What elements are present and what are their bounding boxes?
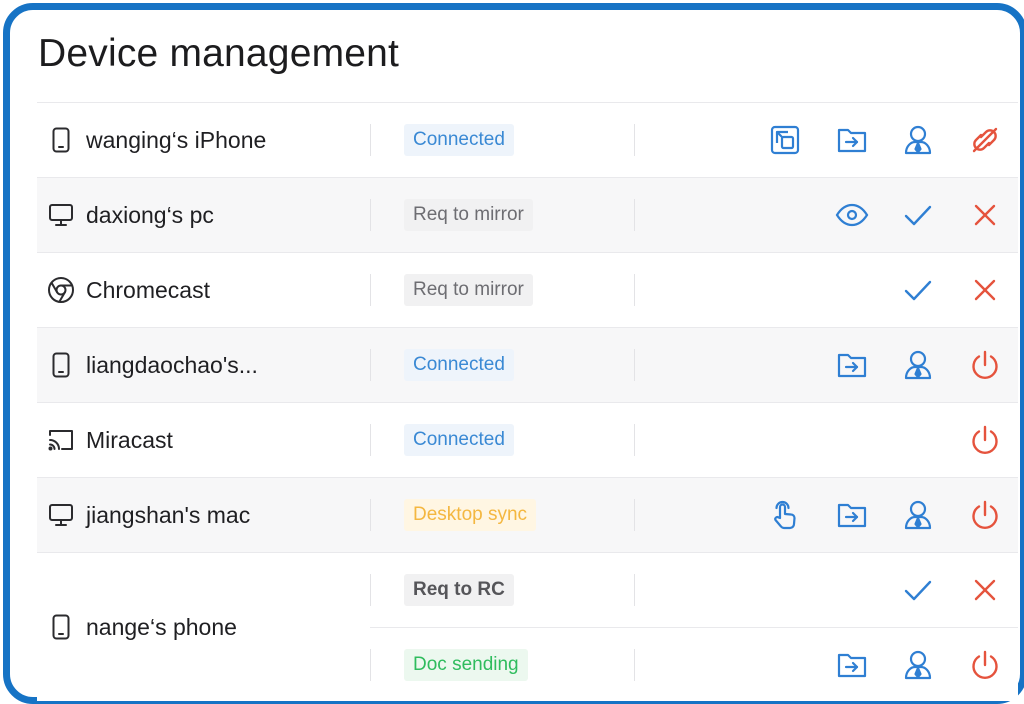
device-row: wanging‘s iPhone Connected [37,103,1018,178]
page-title: Device management [38,32,400,75]
session-row: Req to RC [370,553,1018,628]
status-badge: Connected [404,124,514,156]
column-divider [634,349,635,381]
column-divider [370,274,371,306]
disconnect-icon[interactable] [967,122,1003,158]
device-name: nange‘s phone [86,613,237,640]
reject-icon[interactable] [967,197,1003,233]
device-row: daxiong‘s pc Req to mirror [37,178,1018,253]
desktop-icon [47,201,75,229]
power-icon[interactable] [967,647,1003,683]
device-row: jiangshan's mac Desktop sync [37,478,1018,553]
phone-icon [47,613,75,641]
device-cell: daxiong‘s pc [47,178,214,252]
column-divider [634,499,635,531]
send-file-icon[interactable] [834,122,870,158]
send-file-icon[interactable] [834,647,870,683]
screen-mirror-icon[interactable] [767,122,803,158]
desktop-icon [47,501,75,529]
device-cell: wanging‘s iPhone [47,103,266,177]
session-row: Doc sending [370,628,1018,702]
status-badge: Req to mirror [404,274,533,306]
accept-icon[interactable] [900,197,936,233]
device-cell: nange‘s phone [47,553,237,701]
column-divider [370,349,371,381]
phone-icon [47,351,75,379]
status-badge: Connected [404,424,514,456]
send-file-icon[interactable] [834,347,870,383]
column-divider [634,649,635,681]
status-badge: Doc sending [404,649,528,681]
user-icon[interactable] [900,647,936,683]
column-divider [634,424,635,456]
column-divider [634,124,635,156]
column-divider [370,574,371,606]
cast-icon [47,426,75,454]
device-name: Chromecast [86,276,210,303]
device-row: nange‘s phone Req to RC Doc sending [37,553,1018,701]
view-icon[interactable] [834,197,870,233]
reject-icon[interactable] [967,272,1003,308]
device-name: wanging‘s iPhone [86,126,267,153]
device-table: wanging‘s iPhone Connected daxiong‘s pc … [37,102,1018,701]
status-badge: Req to RC [404,574,514,606]
column-divider [370,424,371,456]
chrome-icon [47,276,75,304]
column-divider [370,199,371,231]
device-row: liangdaochao's... Connected [37,328,1018,403]
device-name: jiangshan's mac [86,501,251,528]
user-icon[interactable] [900,497,936,533]
column-divider [634,199,635,231]
column-divider [370,124,371,156]
device-row: Chromecast Req to mirror [37,253,1018,328]
accept-icon[interactable] [900,572,936,608]
device-cell: liangdaochao's... [47,328,258,402]
power-icon[interactable] [967,422,1003,458]
column-divider [370,649,371,681]
column-divider [634,574,635,606]
user-icon[interactable] [900,122,936,158]
accept-icon[interactable] [900,272,936,308]
device-cell: Chromecast [47,253,210,327]
status-badge: Desktop sync [404,499,537,531]
device-cell: Miracast [47,403,173,477]
column-divider [370,499,371,531]
device-cell: jiangshan's mac [47,478,250,552]
reject-icon[interactable] [967,572,1003,608]
user-icon[interactable] [900,347,936,383]
power-icon[interactable] [967,497,1003,533]
column-divider [634,274,635,306]
device-row: Miracast Connected [37,403,1018,478]
device-management-panel: Device management wanging‘s iPhone Conne… [3,3,1024,704]
device-name: liangdaochao's... [86,351,258,378]
send-file-icon[interactable] [834,497,870,533]
status-badge: Connected [404,349,514,381]
power-icon[interactable] [967,347,1003,383]
phone-icon [47,126,75,154]
status-badge: Req to mirror [404,199,533,231]
device-name: Miracast [86,426,173,453]
device-name: daxiong‘s pc [86,201,214,228]
touch-icon[interactable] [767,497,803,533]
